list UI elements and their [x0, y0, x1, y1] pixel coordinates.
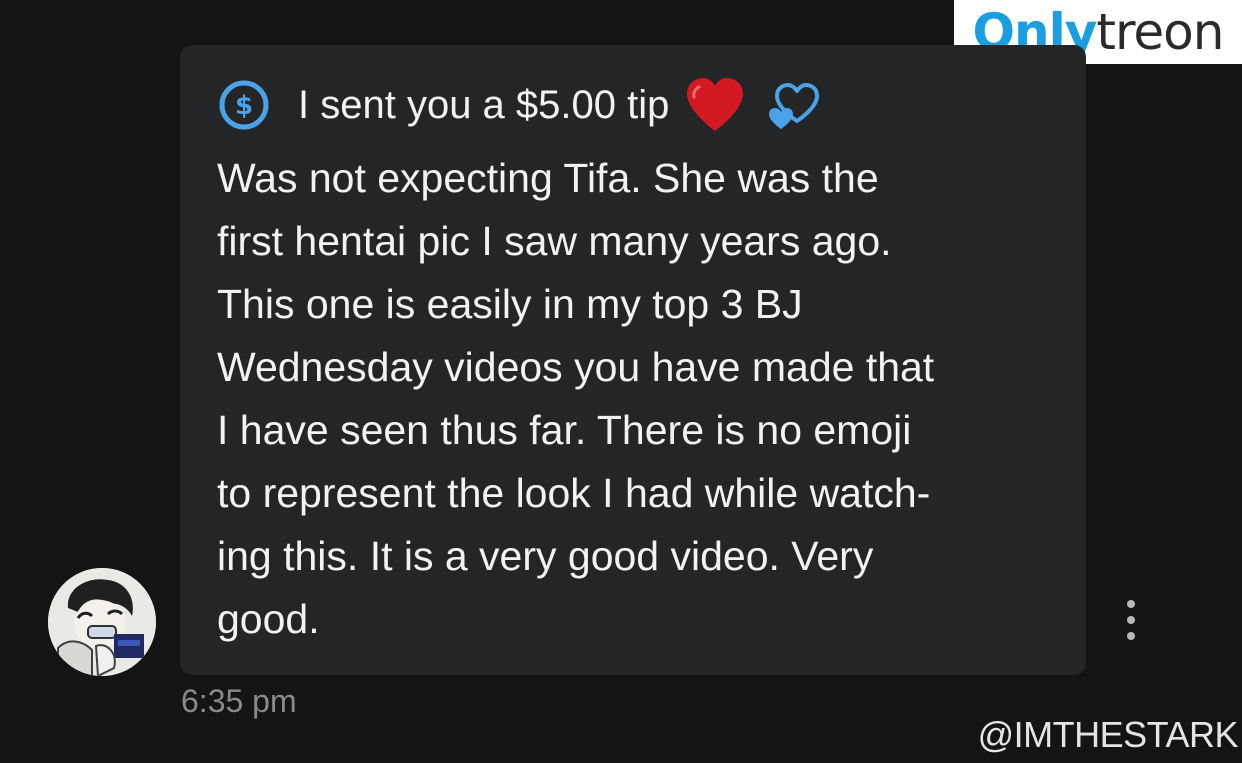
- more-vertical-icon[interactable]: [1116, 600, 1146, 640]
- message-body: Was not expecting Tifa. She was the firs…: [217, 155, 935, 642]
- watermark-handle: @IMTHESTARK: [977, 714, 1239, 755]
- svg-text:$: $: [235, 91, 253, 121]
- kebab-dot: [1127, 632, 1135, 640]
- kebab-dot: [1127, 600, 1135, 608]
- dollar-circle-icon: $: [218, 79, 270, 131]
- tip-header: $ I sent you a $5.00 tip: [218, 77, 825, 133]
- message-bubble: $ I sent you a $5.00 tip Was not expecti…: [180, 45, 1086, 675]
- blue-hearts-icon: [765, 77, 825, 133]
- tip-label: I sent you a $5.00 tip: [298, 82, 670, 127]
- logo-part-treon: treon: [1096, 3, 1224, 61]
- message-timestamp: 6:35 pm: [181, 683, 297, 719]
- avatar[interactable]: [48, 568, 156, 676]
- kebab-dot: [1127, 616, 1135, 624]
- red-heart-icon: [685, 77, 745, 133]
